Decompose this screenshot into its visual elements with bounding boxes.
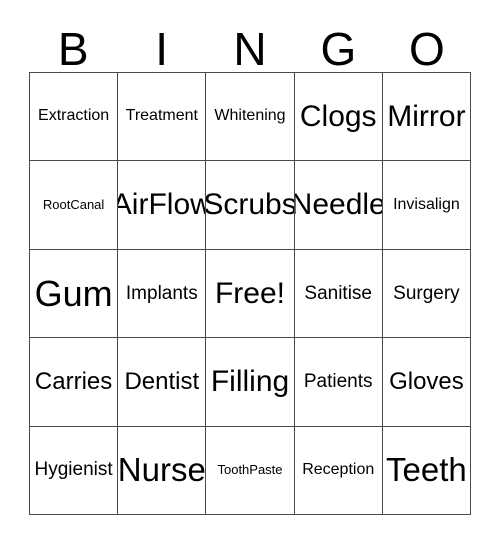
bingo-cell-label: Clogs — [299, 99, 377, 133]
bingo-cell[interactable]: Mirror — [382, 73, 472, 162]
bingo-row: RootCanal AirFlow Scrubs Needle Invisali… — [30, 161, 472, 250]
bingo-cell[interactable]: RootCanal — [30, 161, 119, 250]
bingo-cell[interactable]: Scrubs — [206, 161, 295, 250]
header-letter-text: B — [57, 23, 89, 76]
bingo-cell[interactable]: Dentist — [118, 338, 207, 427]
bingo-cell-label: ToothPaste — [217, 462, 283, 478]
header-letter-text: O — [408, 23, 445, 76]
bingo-cell[interactable]: Gum — [30, 249, 119, 339]
bingo-cell-label: Gloves — [389, 368, 464, 396]
bingo-cell-label: Surgery — [393, 282, 460, 304]
bingo-cell[interactable]: Reception — [294, 426, 383, 515]
bingo-cell-label: Patients — [303, 370, 373, 392]
bingo-cell-free-space[interactable]: Free! — [206, 249, 295, 339]
bingo-cell[interactable]: Treatment — [118, 73, 207, 162]
bingo-cell-label: Implants — [125, 282, 198, 304]
bingo-cell-label: Nurse — [118, 450, 206, 488]
bingo-cell[interactable]: Whitening — [206, 73, 295, 162]
header-letter-text: I — [155, 23, 168, 76]
bingo-cell-label: Treatment — [125, 107, 198, 125]
bingo-cell[interactable]: Hygienist — [30, 426, 119, 515]
bingo-grid: Extraction Treatment Whitening Clogs Mir… — [29, 72, 472, 515]
bingo-cell-label: Mirror — [387, 99, 466, 133]
bingo-cell-label: Dentist — [124, 368, 200, 396]
bingo-row: Extraction Treatment Whitening Clogs Mir… — [30, 73, 472, 162]
bingo-cell[interactable]: Nurse — [118, 426, 207, 515]
bingo-cell[interactable]: Filling — [206, 338, 295, 427]
bingo-cell[interactable]: Carries — [30, 338, 119, 427]
bingo-cell-label: Sanitise — [304, 282, 373, 304]
bingo-cell-label: Filling — [210, 365, 290, 399]
bingo-row: Carries Dentist Filling Patients Gloves — [30, 338, 472, 427]
bingo-cell[interactable]: Clogs — [294, 73, 383, 162]
bingo-header-letter-b: B — [29, 18, 117, 72]
bingo-cell-label: Reception — [302, 460, 375, 478]
bingo-cell[interactable]: Gloves — [382, 338, 472, 427]
header-letter-text: G — [320, 23, 357, 76]
bingo-cell-label: Extraction — [38, 107, 110, 125]
bingo-cell-label: Scrubs — [206, 188, 295, 222]
bingo-row: Hygienist Nurse ToothPaste Reception Tee… — [30, 426, 472, 515]
bingo-cell[interactable]: Implants — [118, 249, 207, 339]
bingo-header-letter-n: N — [206, 18, 294, 72]
bingo-cell[interactable]: Teeth — [382, 426, 472, 515]
bingo-cell-label: Invisalign — [393, 195, 460, 213]
bingo-cell-label: Needle — [294, 188, 383, 222]
bingo-cell-label: RootCanal — [42, 197, 105, 213]
bingo-cell-label: Gum — [34, 272, 113, 314]
bingo-cell-label: Hygienist — [34, 459, 113, 481]
bingo-cell[interactable]: Invisalign — [382, 161, 472, 250]
bingo-header-letter-i: I — [117, 18, 205, 72]
bingo-header-letter-g: G — [294, 18, 382, 72]
bingo-cell[interactable]: Extraction — [30, 73, 119, 162]
bingo-cell-label: AirFlow — [118, 188, 207, 222]
bingo-cell[interactable]: Sanitise — [294, 249, 383, 339]
bingo-header: B I N G O — [29, 18, 471, 72]
bingo-row: Gum Implants Free! Sanitise Surgery — [30, 249, 472, 339]
header-letter-text: N — [233, 23, 267, 76]
bingo-cell-label: Teeth — [386, 450, 467, 488]
bingo-cell[interactable]: Surgery — [382, 249, 472, 339]
bingo-cell[interactable]: AirFlow — [118, 161, 207, 250]
bingo-cell-label: Carries — [34, 368, 113, 396]
bingo-cell[interactable]: ToothPaste — [206, 426, 295, 515]
bingo-header-letter-o: O — [383, 18, 471, 72]
bingo-cell[interactable]: Patients — [294, 338, 383, 427]
bingo-cell-label: Free! — [214, 276, 286, 310]
bingo-cell-label: Whitening — [214, 107, 286, 125]
bingo-card: B I N G O Extraction Treatment Whitening — [29, 18, 472, 515]
bingo-cell[interactable]: Needle — [294, 161, 383, 250]
